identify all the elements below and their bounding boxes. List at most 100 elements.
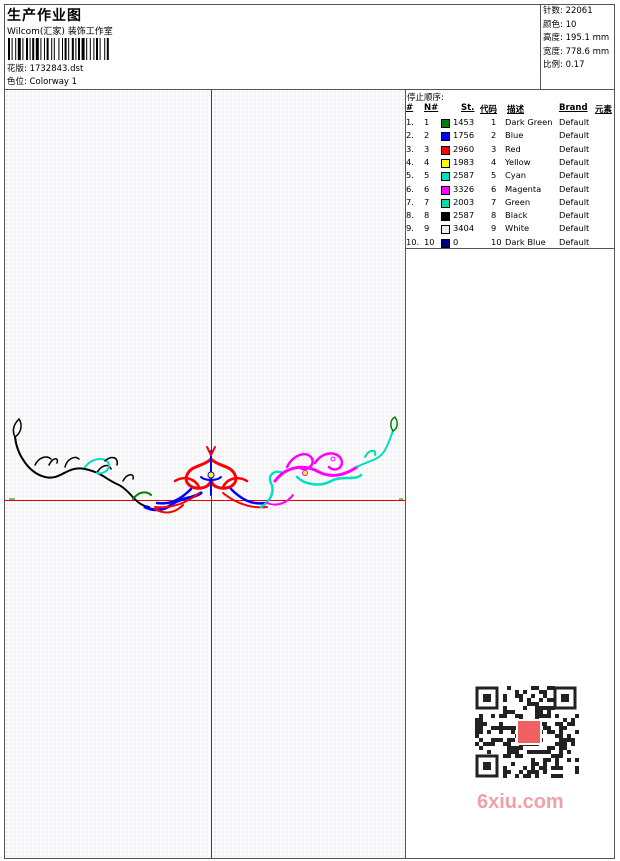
table-row: 5. 5 2587 5 Cyan Default [405,170,614,183]
row-description: Dark Green [505,117,553,127]
color-count: 颜色: 10 [543,19,577,30]
color-swatch [441,119,450,128]
row-description: Blue [505,130,524,141]
row-index: 1. [406,117,414,127]
color-swatch [441,185,450,195]
row-brand: Default [559,143,590,154]
col-element: 元素 [595,105,613,115]
row-description: Yellow [505,156,531,167]
row-description: Red [505,143,521,154]
row-stitches: 2960 [453,143,475,154]
barcode [8,38,109,60]
col-description: 描述 [507,105,525,115]
row-description: Green [505,196,531,207]
table-row: 4. 4 1983 4 Yellow Default [405,157,614,170]
row-brand: Default [559,156,590,167]
row-needle: 1 [424,117,430,127]
row-index: 2. [406,130,414,141]
row-index: 3. [406,143,414,154]
row-brand: Default [559,183,590,194]
row-brand: Default [559,130,590,141]
color-swatch [441,172,450,182]
design-preview-canvas [5,90,406,858]
row-description: Dark Blue [505,236,546,247]
row-needle: 5 [424,170,430,181]
design-file-label: 花版: 1732843.dst [7,64,84,74]
row-brand: Default [559,236,590,247]
table-row: 9. 9 3404 9 White Default [405,223,614,236]
table-row: 6. 6 3326 6 Magenta Default [405,184,614,197]
table-row: 10. 10 0 10 Dark Blue Default [405,237,614,250]
stitch-count: 针数: 22061 [543,6,593,16]
col-needle: N# [424,103,439,113]
table-row: 3. 3 2960 3 Red Default [405,144,614,157]
row-index: 6. [406,183,414,194]
table-row: 8. 8 2587 8 Black Default [405,210,614,223]
row-description: Black [505,210,528,221]
design-height: 高度: 195.1 mm [543,33,610,43]
color-swatch [441,198,450,208]
company-name: Wilcom(汇家) 装饰工作室 [7,27,113,37]
row-stitches: 0 [453,236,459,247]
row-needle: 2 [424,130,430,141]
col-code: 代码 [480,105,498,115]
design-stats: 针数: 22061 颜色: 10 高度: 195.1 mm 宽度: 778.6 … [540,5,615,89]
row-description: Magenta [505,183,542,194]
row-index: 9. [406,223,414,234]
colorway-label: 色位: Colorway 1 [7,77,78,87]
row-index: 8. [406,210,414,221]
page-title: 生产作业图 [7,8,82,24]
header: 生产作业图 Wilcom(汇家) 装饰工作室 花版: 1732843.dst 色… [5,5,614,90]
row-code: 5 [491,170,497,181]
color-swatch [441,132,450,142]
row-code: 3 [491,143,497,154]
row-brand: Default [559,196,590,207]
row-code: 8 [491,210,497,221]
row-stitches: 3326 [453,183,475,194]
row-code: 2 [491,130,497,141]
row-stitches: 2587 [453,210,475,221]
row-needle: 6 [424,183,430,194]
col-index: # [406,103,414,113]
row-stitches: 1756 [453,130,475,141]
row-index: 4. [406,156,414,167]
row-code: 7 [491,196,497,207]
row-description: Cyan [505,170,527,181]
row-needle: 10 [424,236,435,247]
row-code: 6 [491,183,497,194]
row-brand: Default [559,210,590,221]
row-code: 10 [491,236,502,247]
row-index: 7. [406,196,414,207]
row-index: 5. [406,170,414,181]
embroidery-design [9,416,403,514]
design-width: 宽度: 778.6 mm [543,46,610,57]
row-stitches: 1453 [453,117,475,127]
color-swatch [441,158,450,168]
color-swatch [441,145,450,155]
color-swatch [441,212,450,222]
color-swatch [441,225,450,235]
row-code: 9 [491,223,497,234]
row-brand: Default [559,170,590,181]
col-stitches: St. [461,103,475,113]
design-scale: 比例: 0.17 [543,60,585,70]
qr-code [471,682,581,782]
row-brand: Default [559,223,590,234]
row-code: 4 [491,156,497,167]
row-needle: 3 [424,143,430,154]
col-brand: Brand [559,103,588,113]
stop-sequence-table: 停止顺序: # N# St. 代码 描述 Brand 元素 1. 1 1453 1 Da… [405,90,614,249]
stop-sequence-title: 停止顺序: [407,93,444,103]
table-row: 7. 7 2003 7 Green Default [405,197,614,210]
table-row: 1. 1 1453 1 Dark Green Default [405,117,614,130]
row-description: White [505,223,530,234]
row-needle: 8 [424,210,430,221]
watermark: 6xiu.com [477,791,564,813]
row-index: 10. [406,236,420,247]
row-brand: Default [559,117,590,127]
row-stitches: 3404 [453,223,475,234]
row-stitches: 2003 [453,196,475,207]
row-stitches: 1983 [453,156,475,167]
production-worksheet: 生产作业图 Wilcom(汇家) 装饰工作室 花版: 1732843.dst 色… [4,4,615,859]
row-needle: 9 [424,223,430,234]
